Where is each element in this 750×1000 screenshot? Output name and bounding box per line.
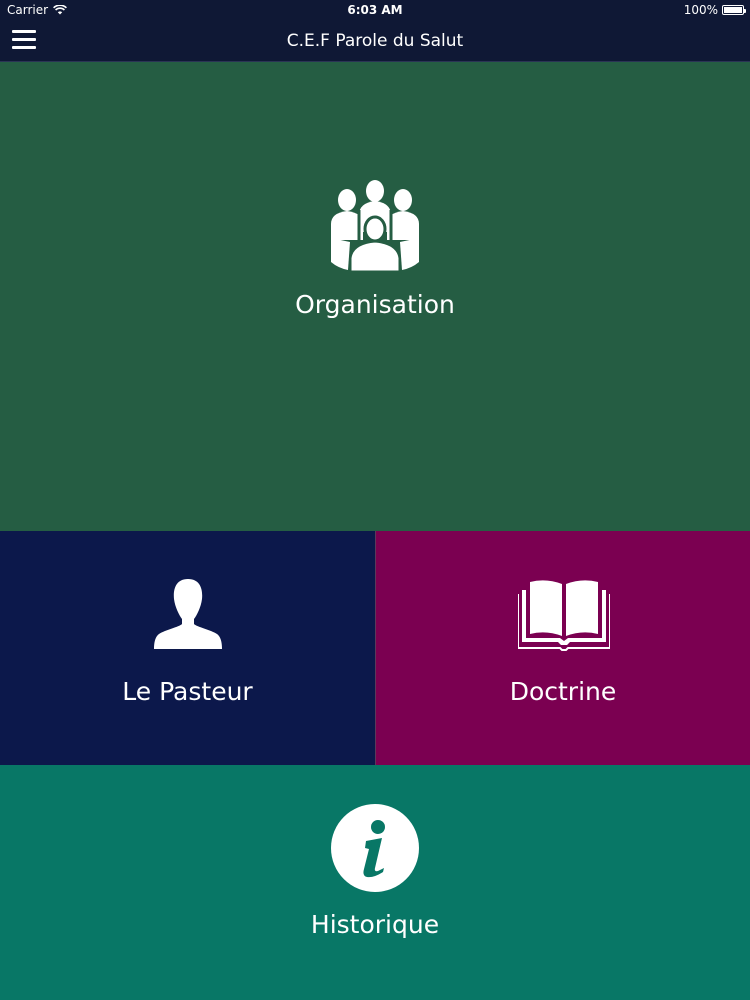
status-bar: Carrier 6:03 AM 100% <box>0 0 750 20</box>
app-screen: Carrier 6:03 AM 100% C.E.F Parole du Sal… <box>0 0 750 1000</box>
open-book-icon <box>518 580 610 651</box>
pastor-tile[interactable]: Le Pasteur <box>0 531 375 765</box>
history-tile[interactable]: Historique <box>0 765 750 1000</box>
doctrine-tile[interactable]: Doctrine <box>375 531 750 765</box>
battery-indicator: 100% <box>683 3 746 17</box>
pastor-label: Le Pasteur <box>122 677 253 706</box>
navigation-bar: C.E.F Parole du Salut <box>0 20 750 62</box>
info-circle-icon <box>331 804 419 892</box>
person-silhouette-icon <box>154 579 222 649</box>
organisation-label: Organisation <box>295 290 455 319</box>
battery-percent: 100% <box>683 3 718 17</box>
group-of-people-icon <box>331 180 419 272</box>
doctrine-label: Doctrine <box>509 677 617 706</box>
status-time: 6:03 AM <box>347 3 403 17</box>
battery-icon <box>722 5 746 15</box>
organisation-tile[interactable]: Organisation <box>0 62 750 531</box>
app-title: C.E.F Parole du Salut <box>286 31 464 51</box>
history-label: Historique <box>310 910 440 939</box>
